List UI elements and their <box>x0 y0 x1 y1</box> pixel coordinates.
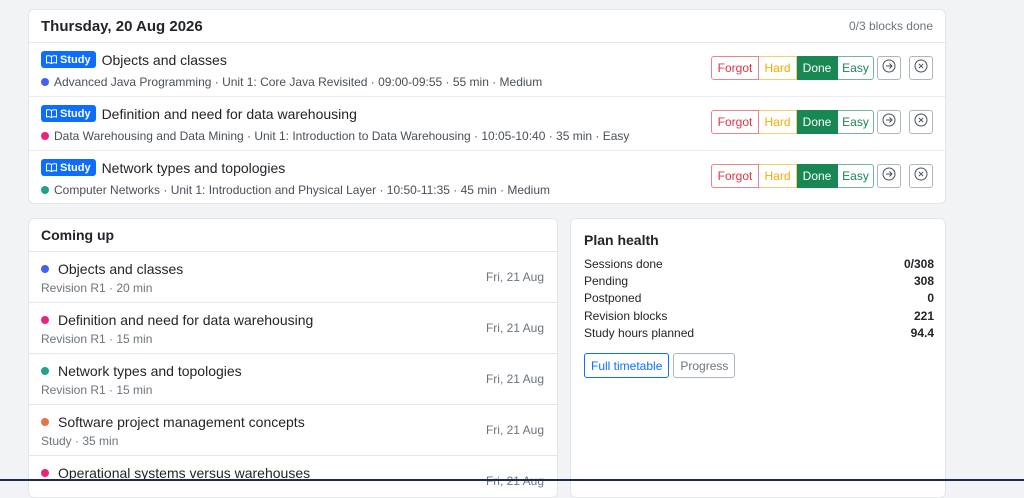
easy-button[interactable]: Easy <box>838 56 874 80</box>
done-button[interactable]: Done <box>797 110 838 134</box>
item-subtitle: Revision R1 · 20 min <box>41 281 153 295</box>
forgot-button[interactable]: Forgot <box>711 110 759 134</box>
plan-health-title: Plan health <box>584 232 659 248</box>
subject-color-dot <box>41 265 49 273</box>
done-button[interactable]: Done <box>797 56 838 80</box>
today-header: Thursday, 20 Aug 2026 0/3 blocks done <box>29 10 945 43</box>
subject-color-dot <box>41 78 49 86</box>
list-item[interactable]: Definition and need for data warehousing… <box>29 303 557 354</box>
rating-group: Forgot Hard Done Easy <box>711 164 874 188</box>
easy-button[interactable]: Easy <box>838 110 874 134</box>
task-row: Study Objects and classes Advanced Java … <box>29 43 945 97</box>
task-title: Objects and classes <box>101 51 227 68</box>
rating-group: Forgot Hard Done Easy <box>711 110 874 134</box>
subject-color-dot <box>41 316 49 324</box>
item-date: Fri, 21 Aug <box>485 372 544 386</box>
item-date: Fri, 21 Aug <box>485 321 544 335</box>
blocks-done-counter: 0/3 blocks done <box>848 19 933 33</box>
stat-label: Postponed <box>584 291 642 306</box>
stat-label: Pending <box>584 274 629 289</box>
book-icon <box>46 109 57 118</box>
stat-row: Study hours planned 94.4 <box>584 325 934 342</box>
done-button[interactable]: Done <box>797 164 838 188</box>
list-item[interactable]: Objects and classes Revision R1 · 20 min… <box>29 252 557 303</box>
x-circle-icon <box>914 167 928 186</box>
study-badge: Study <box>41 51 96 68</box>
plan-stats: Sessions done 0/308 Pending 308 Postpone… <box>584 255 934 342</box>
list-item[interactable]: Operational systems versus warehouses Fr… <box>29 456 557 497</box>
skip-button[interactable] <box>909 164 933 188</box>
postpone-button[interactable] <box>877 56 901 80</box>
coming-up-card: Coming up Objects and classes Revision R… <box>28 218 558 498</box>
item-subtitle: Revision R1 · 15 min <box>41 332 153 346</box>
task-meta: Computer Networks · Unit 1: Introduction… <box>54 183 550 197</box>
skip-button[interactable] <box>909 56 933 80</box>
task-row: Study Definition and need for data wareh… <box>29 97 945 151</box>
progress-button[interactable]: Progress <box>673 353 736 378</box>
study-badge: Study <box>41 105 96 122</box>
item-subtitle: Study · 35 min <box>41 434 119 448</box>
book-icon <box>46 55 57 64</box>
stat-row: Revision blocks 221 <box>584 307 934 324</box>
plan-health-card: Plan health Sessions done 0/308 Pending … <box>570 218 946 498</box>
stat-row: Postponed 0 <box>584 290 934 307</box>
stat-label: Sessions done <box>584 256 663 271</box>
coming-up-title: Coming up <box>29 219 557 252</box>
arrow-right-circle-icon <box>882 113 896 132</box>
hard-button[interactable]: Hard <box>759 56 797 80</box>
stat-value: 0/308 <box>903 256 934 271</box>
item-subtitle: Revision R1 · 15 min <box>41 383 153 397</box>
stat-row: Sessions done 0/308 <box>584 255 934 272</box>
arrow-right-circle-icon <box>882 59 896 78</box>
subject-color-dot <box>41 132 49 140</box>
item-date: Fri, 21 Aug <box>485 423 544 437</box>
rating-group: Forgot Hard Done Easy <box>711 56 874 80</box>
stat-row: Pending 308 <box>584 272 934 289</box>
task-title: Definition and need for data warehousing <box>101 105 357 122</box>
item-date: Fri, 21 Aug <box>485 270 544 284</box>
subject-color-dot <box>41 418 49 426</box>
item-title: Software project management concepts <box>58 414 305 430</box>
today-card: Thursday, 20 Aug 2026 0/3 blocks done St… <box>28 9 946 204</box>
full-timetable-button[interactable]: Full timetable <box>584 353 670 378</box>
easy-button[interactable]: Easy <box>838 164 874 188</box>
study-badge-label: Study <box>60 53 91 66</box>
stat-value: 0 <box>927 291 934 306</box>
forgot-button[interactable]: Forgot <box>711 164 759 188</box>
subject-color-dot <box>41 186 49 194</box>
item-title: Definition and need for data warehousing <box>58 312 314 328</box>
today-date: Thursday, 20 Aug 2026 <box>41 17 203 35</box>
subject-color-dot <box>41 469 49 477</box>
task-meta: Data Warehousing and Data Mining · Unit … <box>54 129 630 143</box>
item-title: Objects and classes <box>58 261 184 277</box>
study-badge-label: Study <box>60 161 91 174</box>
study-badge-label: Study <box>60 107 91 120</box>
x-circle-icon <box>914 113 928 132</box>
task-row: Study Network types and topologies Compu… <box>29 151 945 203</box>
stat-value: 221 <box>913 308 934 323</box>
item-date: Fri, 21 Aug <box>485 474 544 488</box>
plan-actions: Full timetable Progress <box>584 353 736 378</box>
forgot-button[interactable]: Forgot <box>711 56 759 80</box>
task-meta: Advanced Java Programming · Unit 1: Core… <box>54 75 543 89</box>
book-icon <box>46 163 57 172</box>
list-item[interactable]: Software project management concepts Stu… <box>29 405 557 456</box>
list-item[interactable]: Network types and topologies Revision R1… <box>29 354 557 405</box>
arrow-right-circle-icon <box>882 167 896 186</box>
postpone-button[interactable] <box>877 110 901 134</box>
hard-button[interactable]: Hard <box>759 110 797 134</box>
study-badge: Study <box>41 159 96 176</box>
stat-label: Revision blocks <box>584 308 668 323</box>
stat-value: 94.4 <box>910 326 934 341</box>
hard-button[interactable]: Hard <box>759 164 797 188</box>
subject-color-dot <box>41 367 49 375</box>
x-circle-icon <box>914 59 928 78</box>
postpone-button[interactable] <box>877 164 901 188</box>
skip-button[interactable] <box>909 110 933 134</box>
item-title: Network types and topologies <box>58 363 242 379</box>
stat-value: 308 <box>913 274 934 289</box>
task-title: Network types and topologies <box>101 159 286 176</box>
stat-label: Study hours planned <box>584 326 695 341</box>
